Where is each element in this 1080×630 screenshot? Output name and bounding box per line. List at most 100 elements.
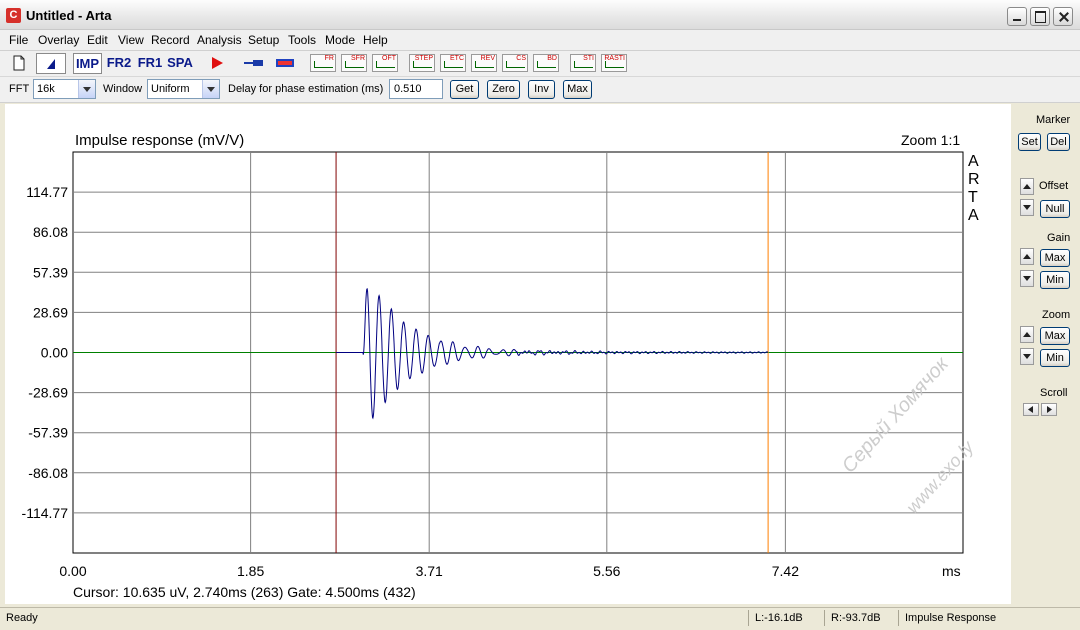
scroll-right-icon[interactable]	[1041, 403, 1057, 416]
x-tick-label: 1.85	[237, 563, 264, 579]
status-ready: Ready	[6, 612, 38, 624]
y-tick-label: -114.77	[22, 505, 69, 521]
cs-icon[interactable]: CS	[502, 54, 528, 72]
menu-tools[interactable]: Tools	[288, 33, 316, 47]
status-separator	[748, 610, 749, 626]
mode-fr1-label: FR1	[137, 55, 163, 70]
probe-icon[interactable]	[243, 53, 265, 74]
arta-app-icon[interactable]: C	[6, 8, 21, 23]
x-axis-ticks: 0.00 1.85 3.71 5.56 7.42	[59, 563, 799, 579]
fft-select[interactable]: 16k	[33, 79, 96, 99]
plot-area[interactable]: Impulse response (mV/V) Zoom 1:1 ARTA 11…	[5, 104, 1011, 604]
menu-view[interactable]: View	[118, 33, 144, 47]
y-tick-label: 57.39	[33, 264, 68, 280]
rev-icon[interactable]: REV	[471, 54, 497, 72]
zoom-level-label: Zoom 1:1	[901, 132, 960, 148]
mode-spa-button[interactable]: SPA	[167, 53, 193, 74]
gain-min-button[interactable]: Min	[1040, 271, 1070, 289]
menu-help[interactable]: Help	[363, 33, 388, 47]
offset-up-icon[interactable]	[1020, 178, 1034, 195]
marker-del-button[interactable]: Del	[1047, 133, 1070, 151]
x-tick-label: 0.00	[59, 563, 86, 579]
mode-impulse-button[interactable]: IMP	[73, 53, 102, 74]
new-file-icon[interactable]	[8, 53, 30, 74]
impulse-chart[interactable]: Impulse response (mV/V) Zoom 1:1 ARTA 11…	[5, 104, 1011, 604]
scroll-left-icon[interactable]	[1023, 403, 1039, 416]
window-title: Untitled - Arta	[26, 8, 112, 23]
y-tick-label: 86.08	[33, 224, 68, 240]
status-left-level: L:-16.1dB	[755, 612, 803, 624]
title-bar: C Untitled - Arta	[0, 0, 1080, 30]
offset-null-button[interactable]: Null	[1040, 200, 1070, 218]
x-tick-label: 3.71	[416, 563, 443, 579]
oft-icon[interactable]: OFT	[372, 54, 398, 72]
x-tick-label: 5.56	[593, 563, 620, 579]
offset-label: Offset	[1039, 180, 1069, 192]
menu-record[interactable]: Record	[151, 33, 190, 47]
delay-input[interactable]: 0.510	[389, 79, 443, 99]
chevron-down-icon[interactable]	[78, 80, 95, 98]
scroll-label: Scroll	[1040, 387, 1068, 399]
zero-button[interactable]: Zero	[487, 80, 520, 99]
etc-icon[interactable]: ETC	[440, 54, 466, 72]
fft-label: FFT	[9, 83, 30, 95]
window-select-value: Uniform	[151, 83, 190, 95]
plot-title: Impulse response (mV/V)	[75, 132, 244, 149]
sfr-icon[interactable]: SFR	[341, 54, 367, 72]
menu-edit[interactable]: Edit	[87, 33, 108, 47]
marker-set-button[interactable]: Set	[1018, 133, 1041, 151]
menu-mode[interactable]: Mode	[325, 33, 355, 47]
sti-icon[interactable]: STI	[570, 54, 596, 72]
close-button[interactable]	[1053, 7, 1073, 26]
y-tick-label: 114.77	[26, 184, 68, 200]
window-label: Window	[103, 83, 143, 95]
inv-button[interactable]: Inv	[528, 80, 555, 99]
gain-max-button[interactable]: Max	[1040, 249, 1070, 267]
max-delay-button[interactable]: Max	[563, 80, 592, 99]
mode-fr2-label: FR2	[106, 55, 132, 70]
brand-letter: A	[968, 207, 979, 224]
fr-icon[interactable]: FR	[310, 54, 336, 72]
gain-down-icon[interactable]	[1020, 270, 1034, 287]
y-tick-label: -86.08	[28, 465, 68, 481]
menu-setup[interactable]: Setup	[248, 33, 279, 47]
y-tick-label: 28.69	[33, 304, 68, 320]
x-axis-unit: ms	[942, 563, 961, 579]
menu-bar: File Overlay Edit View Record Analysis S…	[0, 30, 1080, 51]
fft-select-value: 16k	[37, 83, 55, 95]
step-icon[interactable]: STEP	[409, 54, 435, 72]
mode-spa-label: SPA	[167, 55, 193, 70]
maximize-button[interactable]	[1030, 7, 1050, 26]
status-mode: Impulse Response	[905, 612, 997, 624]
main-toolbar: IMP FR2 FR1 SPA FR SFR OFT STEP ETC REV …	[0, 51, 1080, 77]
offset-down-icon[interactable]	[1020, 199, 1034, 216]
menu-file[interactable]: File	[9, 33, 28, 47]
mode-impulse-label: IMP	[75, 56, 100, 71]
status-bar: Ready L:-16.1dB R:-93.7dB Impulse Respon…	[0, 607, 1080, 630]
mode-fr1-button[interactable]: FR1	[137, 53, 163, 74]
gain-label: Gain	[1047, 232, 1071, 244]
generator-icon[interactable]	[274, 53, 296, 74]
y-tick-label: -28.69	[28, 385, 68, 401]
window-select[interactable]: Uniform	[147, 79, 220, 99]
mode-fr2-button[interactable]: FR2	[106, 53, 132, 74]
zoom-label: Zoom	[1042, 309, 1071, 321]
get-button[interactable]: Get	[450, 80, 479, 99]
record-play-icon[interactable]	[207, 53, 227, 74]
zoom-up-icon[interactable]	[1020, 326, 1034, 343]
minimize-button[interactable]	[1007, 7, 1027, 26]
brand-letter: R	[968, 171, 980, 188]
brand-letter: T	[968, 189, 978, 206]
options-bar: FFT 16k Window Uniform Delay for phase e…	[0, 77, 1080, 103]
delay-label: Delay for phase estimation (ms)	[228, 83, 384, 95]
bd-icon[interactable]: BD	[533, 54, 559, 72]
menu-analysis[interactable]: Analysis	[197, 33, 242, 47]
chevron-down-icon[interactable]	[202, 80, 219, 98]
cursor-mode-icon[interactable]	[36, 53, 66, 74]
rasti-icon[interactable]: RASTI	[601, 54, 627, 72]
arta-brand-label: ARTA	[968, 153, 980, 224]
gain-up-icon[interactable]	[1020, 248, 1034, 265]
status-separator	[898, 610, 899, 626]
status-right-level: R:-93.7dB	[831, 612, 881, 624]
menu-overlay[interactable]: Overlay	[38, 33, 79, 47]
